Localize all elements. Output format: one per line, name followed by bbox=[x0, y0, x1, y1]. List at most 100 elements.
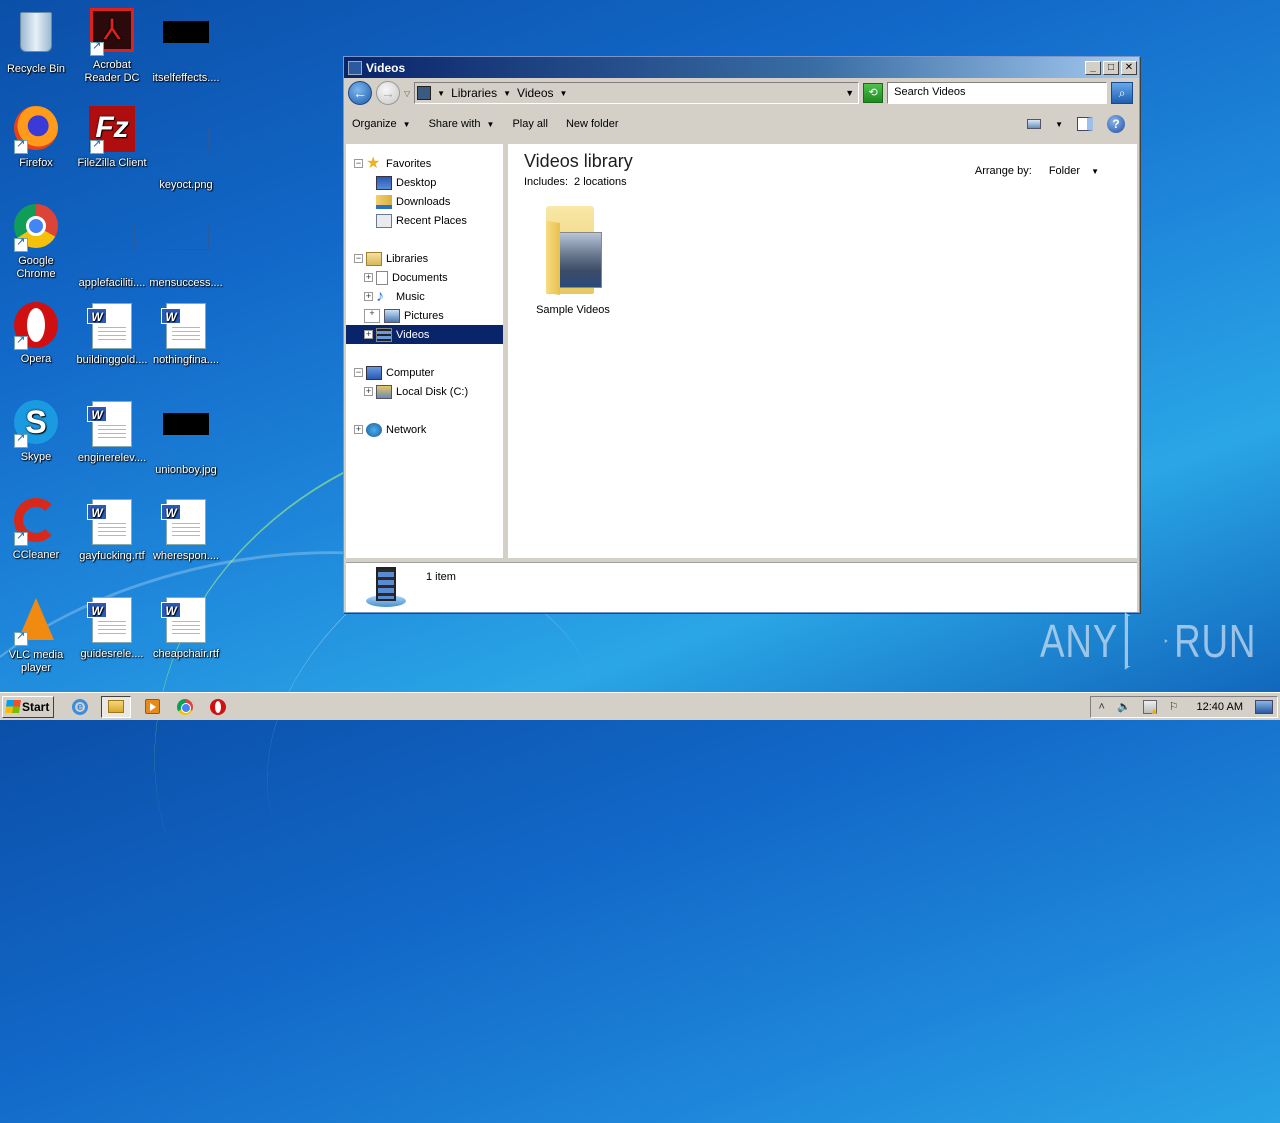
library-includes: Includes: 2 locations bbox=[524, 176, 627, 188]
desktop-icon-vlc[interactable]: VLC media player bbox=[0, 596, 74, 675]
shortcut-arrow-icon bbox=[14, 530, 28, 546]
shortcut-arrow-icon bbox=[14, 334, 28, 350]
address-bar[interactable]: ▼ Libraries ▼ Videos ▼ ▼ bbox=[414, 82, 860, 104]
recycle-bin-icon bbox=[12, 12, 60, 60]
expand-icon[interactable]: + bbox=[364, 387, 373, 396]
expand-icon[interactable]: + bbox=[364, 308, 380, 323]
library-title: Videos library bbox=[524, 151, 633, 171]
search-button[interactable]: ⌕ bbox=[1111, 82, 1134, 104]
refresh-button[interactable]: ⟲ bbox=[863, 83, 884, 103]
command-bar: Organize ▼ Share with ▼ Play all New folde… bbox=[344, 108, 1139, 140]
explorer-window: Videos _ □ ✕ ← → ▽ ▼ Libraries ▼ Videos … bbox=[343, 56, 1140, 613]
desktop-icon-guidesrele[interactable]: W guidesrele.... bbox=[74, 596, 150, 661]
taskbar-opera[interactable] bbox=[206, 696, 230, 718]
nav-documents[interactable]: + Documents bbox=[346, 268, 503, 287]
desktop-icon-firefox[interactable]: Firefox bbox=[0, 106, 74, 170]
nav-network[interactable]: + Network bbox=[346, 420, 503, 439]
recent-pages-dropdown[interactable]: ▽ bbox=[404, 89, 410, 98]
desktop-icon-keyoct[interactable]: keyoct.png bbox=[148, 106, 224, 192]
taskbar-internet-explorer[interactable]: e bbox=[68, 696, 92, 718]
back-button[interactable]: ← bbox=[348, 81, 372, 105]
title-bar[interactable]: Videos _ □ ✕ bbox=[344, 57, 1139, 78]
desktop-icon-itselfeffects[interactable]: itselfeffects.... bbox=[148, 8, 224, 85]
expand-icon[interactable]: + bbox=[364, 330, 373, 339]
nav-music[interactable]: + ♪ Music bbox=[346, 287, 503, 306]
taskbar-media-player[interactable] bbox=[140, 696, 164, 718]
desktop-icon-applefaciliti[interactable]: applefaciliti.... bbox=[74, 204, 150, 290]
nav-downloads[interactable]: Downloads bbox=[346, 192, 503, 211]
close-button[interactable]: ✕ bbox=[1121, 60, 1137, 75]
includes-locations-link[interactable]: 2 locations bbox=[574, 176, 627, 188]
expand-icon[interactable]: + bbox=[364, 273, 373, 282]
desktop-icon-gayfucking[interactable]: W gayfucking.rtf bbox=[74, 498, 150, 563]
nav-libraries[interactable]: − Libraries bbox=[346, 249, 503, 268]
libraries-icon bbox=[366, 251, 382, 266]
start-button[interactable]: Start bbox=[2, 695, 54, 718]
folder-item[interactable]: Sample Videos bbox=[528, 202, 618, 316]
desktop-icon-nothingfina[interactable]: W nothingfina.... bbox=[148, 302, 224, 367]
arrange-by-dropdown[interactable]: Folder bbox=[1049, 165, 1080, 177]
word-doc-icon: W bbox=[161, 499, 210, 547]
dropdown-arrow-icon[interactable]: ▼ bbox=[1091, 167, 1099, 176]
forward-button[interactable]: → bbox=[376, 81, 400, 105]
desktop-icon-wherespon[interactable]: W wherespon.... bbox=[148, 498, 224, 563]
share-with-button[interactable]: Share with ▼ bbox=[429, 118, 495, 130]
breadcrumb-chevron-icon[interactable]: ▼ bbox=[503, 89, 511, 98]
documents-icon bbox=[376, 270, 388, 285]
nav-local-disk[interactable]: + Local Disk (C:) bbox=[346, 382, 503, 401]
nav-computer[interactable]: − Computer bbox=[346, 363, 503, 382]
show-desktop-button[interactable] bbox=[1255, 699, 1273, 714]
image-file-icon bbox=[162, 128, 210, 176]
breadcrumb-videos[interactable]: Videos bbox=[517, 86, 553, 100]
desktop-icon-cheapchair[interactable]: W cheapchair.rtf bbox=[148, 596, 224, 661]
taskbar-chrome[interactable] bbox=[173, 696, 197, 718]
play-all-button[interactable]: Play all bbox=[512, 118, 547, 130]
folder-icon bbox=[108, 700, 124, 713]
nav-pictures[interactable]: + Pictures bbox=[346, 306, 503, 325]
desktop-icon-unionboy[interactable]: unionboy.jpg bbox=[148, 400, 224, 477]
nav-desktop[interactable]: Desktop bbox=[346, 173, 503, 192]
desktop-icon-filezilla[interactable]: Fz FileZilla Client bbox=[74, 106, 150, 170]
nav-recent-places[interactable]: Recent Places bbox=[346, 211, 503, 230]
taskbar-windows-explorer[interactable] bbox=[101, 695, 131, 718]
change-view-icon[interactable] bbox=[1027, 119, 1042, 129]
collapse-icon[interactable]: − bbox=[354, 159, 363, 168]
address-dropdown-icon[interactable]: ▼ bbox=[845, 88, 854, 98]
desktop-icon-opera[interactable]: Opera bbox=[0, 302, 74, 366]
minimize-button[interactable]: _ bbox=[1085, 60, 1101, 75]
action-center-flag-icon[interactable]: ⚐ bbox=[1169, 700, 1179, 713]
collapse-icon[interactable]: − bbox=[354, 254, 363, 263]
new-folder-button[interactable]: New folder bbox=[566, 118, 619, 130]
desktop-icon-skype[interactable]: S Skype bbox=[0, 400, 74, 464]
videos-library-icon bbox=[417, 86, 432, 100]
desktop-icon-recycle-bin[interactable]: Recycle Bin bbox=[0, 8, 74, 76]
desktop-icon-acrobat[interactable]: ⅄ Acrobat Reader DC bbox=[74, 8, 150, 85]
desktop-icon-mensuccess[interactable]: mensuccess.... bbox=[148, 204, 224, 290]
clock[interactable]: 12:40 AM bbox=[1197, 701, 1243, 713]
image-file-icon bbox=[162, 413, 210, 461]
breadcrumb-chevron-icon[interactable]: ▼ bbox=[437, 89, 445, 98]
search-input[interactable]: Search Videos bbox=[887, 82, 1108, 104]
collapse-icon[interactable]: − bbox=[354, 368, 363, 377]
nav-videos[interactable]: + Videos bbox=[346, 325, 503, 344]
arrange-by: Arrange by: Folder ▼ bbox=[974, 165, 1099, 177]
nav-favorites[interactable]: − ★ Favorites bbox=[346, 154, 503, 173]
maximize-button[interactable]: □ bbox=[1103, 60, 1119, 75]
preview-pane-icon[interactable] bbox=[1077, 117, 1093, 131]
desktop-icon-chrome[interactable]: Google Chrome bbox=[0, 204, 74, 281]
breadcrumb-chevron-icon[interactable]: ▼ bbox=[560, 89, 568, 98]
desktop-icon-enginerelev[interactable]: W enginerelev.... bbox=[74, 400, 150, 465]
organize-button[interactable]: Organize ▼ bbox=[352, 118, 411, 130]
desktop-icon-buildinggold[interactable]: W buildinggold.... bbox=[74, 302, 150, 367]
show-hidden-icons-chevron[interactable]: ˄ bbox=[1099, 701, 1105, 713]
video-folder-icon bbox=[538, 202, 608, 298]
volume-icon[interactable]: 🔈 bbox=[1117, 700, 1131, 713]
expand-icon[interactable]: + bbox=[364, 292, 373, 301]
help-icon[interactable]: ? bbox=[1107, 115, 1125, 133]
image-file-icon bbox=[162, 21, 210, 69]
desktop-icon-ccleaner[interactable]: CCleaner bbox=[0, 498, 74, 562]
expand-icon[interactable]: + bbox=[354, 425, 363, 434]
view-options-dropdown-icon[interactable]: ▼ bbox=[1055, 120, 1063, 129]
network-warning-icon[interactable]: ▲ bbox=[1142, 699, 1159, 716]
breadcrumb-libraries[interactable]: Libraries bbox=[451, 86, 497, 100]
